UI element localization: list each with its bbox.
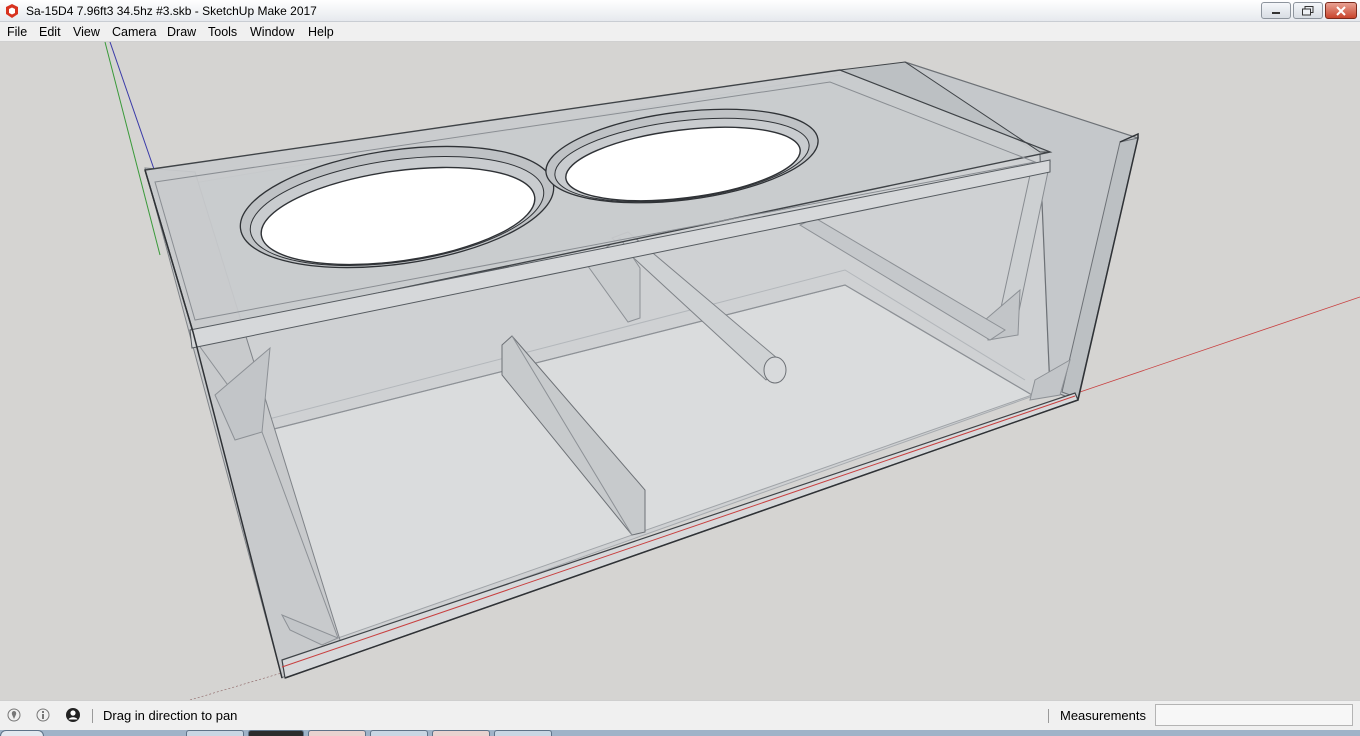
window-title: Sa-15D4 7.96ft3 34.5hz #3.skb - SketchUp… bbox=[26, 4, 317, 18]
status-separator bbox=[92, 709, 93, 723]
measurements-label: Measurements bbox=[1060, 708, 1146, 723]
menu-window[interactable]: Window bbox=[250, 25, 294, 39]
menu-view[interactable]: View bbox=[73, 25, 100, 39]
blue-axis bbox=[109, 42, 156, 173]
geo-location-icon[interactable] bbox=[6, 707, 22, 723]
minimize-button[interactable] bbox=[1261, 2, 1291, 19]
menu-camera[interactable]: Camera bbox=[112, 25, 156, 39]
menu-help[interactable]: Help bbox=[308, 25, 334, 39]
status-message: Drag in direction to pan bbox=[103, 708, 238, 723]
user-account-icon[interactable] bbox=[65, 707, 81, 723]
minimize-icon bbox=[1271, 7, 1281, 15]
taskbar-button[interactable] bbox=[494, 730, 552, 736]
taskbar-button[interactable] bbox=[432, 730, 490, 736]
menu-edit[interactable]: Edit bbox=[39, 25, 61, 39]
credits-icon[interactable] bbox=[35, 707, 51, 723]
measurements-separator bbox=[1048, 709, 1049, 723]
taskbar bbox=[0, 730, 1360, 736]
close-icon bbox=[1336, 5, 1346, 16]
red-axis bbox=[1079, 296, 1360, 393]
sketchup-logo-icon[interactable] bbox=[4, 3, 20, 19]
model-viewport[interactable] bbox=[0, 42, 1360, 700]
dowel-end bbox=[763, 356, 787, 384]
taskbar-button[interactable] bbox=[308, 730, 366, 736]
taskbar-button[interactable] bbox=[186, 730, 244, 736]
menu-draw[interactable]: Draw bbox=[167, 25, 196, 39]
taskbar-button[interactable] bbox=[370, 730, 428, 736]
maximize-button[interactable] bbox=[1293, 2, 1323, 19]
maximize-icon bbox=[1302, 5, 1314, 16]
title-bar[interactable]: Sa-15D4 7.96ft3 34.5hz #3.skb - SketchUp… bbox=[0, 0, 1360, 22]
menu-file[interactable]: File bbox=[7, 25, 27, 39]
subwoofer-box-model[interactable] bbox=[0, 42, 1360, 700]
menu-tools[interactable]: Tools bbox=[208, 25, 237, 39]
close-button[interactable] bbox=[1325, 2, 1357, 19]
measurements-input[interactable] bbox=[1155, 704, 1353, 726]
status-bar: Drag in direction to pan Measurements bbox=[0, 700, 1360, 730]
green-axis bbox=[104, 42, 161, 256]
taskbar-button[interactable] bbox=[248, 730, 304, 736]
red-axis-hidden bbox=[189, 671, 286, 700]
menu-bar: File Edit View Camera Draw Tools Window … bbox=[0, 22, 1360, 42]
start-button[interactable] bbox=[0, 730, 44, 736]
